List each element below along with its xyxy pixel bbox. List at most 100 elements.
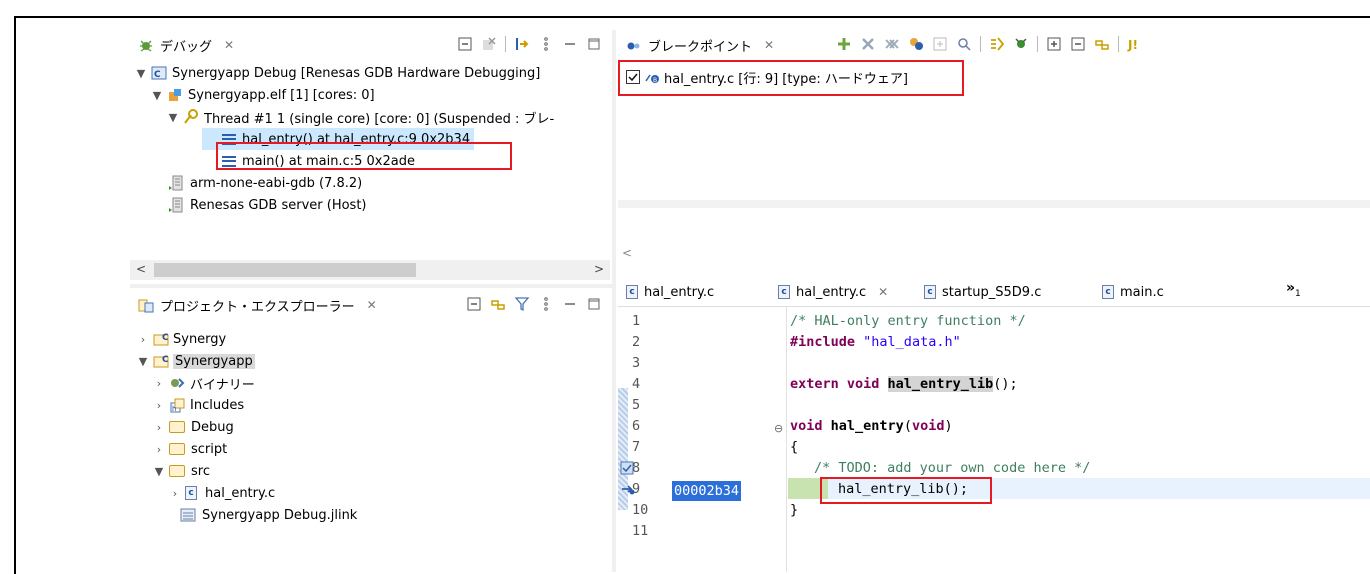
debug-view-title[interactable]: デバッグ xyxy=(160,36,212,55)
tab-label: startup_S5D9.c xyxy=(942,284,1042,300)
project-synergyapp[interactable]: ▼ C Synergyapp xyxy=(136,350,255,372)
expand-all-icon[interactable] xyxy=(1046,36,1062,52)
code-text: (); xyxy=(993,375,1018,392)
link-with-editor-icon[interactable] xyxy=(1094,36,1110,52)
folder-binaries[interactable]: › バイナリー xyxy=(152,372,255,394)
editor-tab[interactable]: c startup_S5D9.c xyxy=(924,278,1041,306)
chevron-down-icon[interactable]: ▼ xyxy=(150,89,164,102)
view-menu-icon[interactable] xyxy=(538,36,554,52)
collapse-all-icon[interactable] xyxy=(466,296,482,312)
code-area[interactable]: /* HAL-only entry function */ #include "… xyxy=(790,310,1370,541)
editor-tab-active[interactable]: c hal_entry.c ✕ xyxy=(778,278,888,306)
editor-tab[interactable]: c main.c xyxy=(1102,278,1164,306)
collapse-all-icon[interactable] xyxy=(1070,36,1086,52)
breakpoints-view-title[interactable]: ブレークポイント xyxy=(648,36,752,55)
remove-all-icon[interactable] xyxy=(884,36,900,52)
view-menu-icon[interactable] xyxy=(538,296,554,312)
svg-text:C: C xyxy=(154,70,161,80)
project-explorer-title[interactable]: プロジェクト・エクスプローラー xyxy=(160,296,355,315)
tree-item-label: Thread #1 1 (single core) [core: 0] (Sus… xyxy=(204,111,555,127)
step-into-icon[interactable] xyxy=(514,36,530,52)
filter-icon[interactable] xyxy=(514,296,530,312)
folder-debug[interactable]: › Debug xyxy=(152,416,234,438)
debug-view-titlebar: デバッグ ✕ xyxy=(130,30,610,60)
launch-config-icon xyxy=(180,507,196,523)
tab-label: main.c xyxy=(1120,284,1164,300)
tree-item-launch[interactable]: ▼ C Synergyapp Debug [Renesas GDB Hardwa… xyxy=(134,62,541,84)
thread-icon xyxy=(183,109,199,125)
binaries-icon xyxy=(169,375,185,391)
project-synergy[interactable]: › C Synergy xyxy=(136,328,226,350)
breakpoints-details-area xyxy=(618,200,1370,208)
chevron-down-icon[interactable]: ▼ xyxy=(166,111,180,124)
tree-item-label: Synergy xyxy=(173,331,227,347)
remove-icon[interactable] xyxy=(860,36,876,52)
scroll-left-icon[interactable]: < xyxy=(136,262,146,276)
c-file-icon: c xyxy=(924,285,936,299)
pane-separator-horizontal[interactable] xyxy=(130,284,612,288)
horizontal-scrollbar[interactable]: < xyxy=(618,246,1370,264)
link-with-editor-icon[interactable] xyxy=(490,296,506,312)
includes-icon: h xyxy=(169,397,185,413)
minimize-icon[interactable] xyxy=(562,36,578,52)
code-line-8: /* TODO: add your own code here */ xyxy=(790,457,1370,478)
tree-item-thread[interactable]: ▼ Thread #1 1 (single core) [core: 0] (S… xyxy=(166,106,554,128)
editor-tab[interactable]: c hal_entry.c xyxy=(626,278,714,306)
folder-includes[interactable]: › h Includes xyxy=(152,394,244,416)
fold-collapse-icon[interactable]: ⊖ xyxy=(774,422,783,435)
file-hal-entry[interactable]: › c hal_entry.c xyxy=(168,482,275,504)
project-explorer-toolbar xyxy=(466,296,602,312)
breakpoints-view-titlebar: ブレークポイント ✕ J! xyxy=(618,30,1370,60)
c-file-icon: c xyxy=(778,285,790,299)
breakpoints-toolbar: J! xyxy=(836,36,1143,52)
close-icon[interactable]: ✕ xyxy=(224,38,234,52)
tab-overflow-button[interactable]: »1 xyxy=(1286,280,1301,299)
link-with-debug-icon[interactable] xyxy=(1013,36,1029,52)
add-breakpoint-icon[interactable] xyxy=(836,36,852,52)
chevron-right-icon[interactable]: › xyxy=(152,399,166,412)
chevron-right-icon[interactable]: › xyxy=(152,443,166,456)
maximize-icon[interactable] xyxy=(586,36,602,52)
pane-separator-vertical[interactable] xyxy=(612,30,616,572)
file-jlink[interactable]: Synergyapp Debug.jlink xyxy=(180,504,357,526)
tree-item-label: Synergyapp xyxy=(173,353,255,369)
chevron-down-icon[interactable]: ▼ xyxy=(152,465,166,478)
chevron-down-icon[interactable]: ▼ xyxy=(136,355,150,368)
close-icon[interactable]: ✕ xyxy=(367,298,377,312)
group-breakpoints-icon[interactable] xyxy=(908,36,924,52)
chevron-right-icon[interactable]: › xyxy=(168,487,182,500)
minimize-icon[interactable] xyxy=(562,296,578,312)
chevron-right-icon[interactable]: › xyxy=(136,333,150,346)
tree-item-process[interactable]: ▼ Synergyapp.elf [1] [cores: 0] xyxy=(150,84,375,106)
code-text: { xyxy=(790,438,799,455)
folder-src[interactable]: ▼ src xyxy=(152,460,210,482)
gutter-divider xyxy=(786,306,787,572)
scrollbar-thumb[interactable] xyxy=(154,263,416,277)
show-supported-icon[interactable] xyxy=(932,36,948,52)
chevron-right-icon[interactable]: › xyxy=(152,377,166,390)
project-explorer-icon xyxy=(138,297,154,313)
scroll-left-icon[interactable]: < xyxy=(622,246,632,260)
skip-all-breakpoints-icon[interactable] xyxy=(989,36,1005,52)
close-icon[interactable]: ✕ xyxy=(764,38,774,52)
remove-terminated-icon[interactable] xyxy=(481,36,497,52)
code-line-2: #include "hal_data.h" xyxy=(790,331,1370,352)
c-project-icon: C xyxy=(153,331,169,347)
horizontal-scrollbar[interactable]: < > xyxy=(130,260,610,280)
project-explorer-titlebar: プロジェクト・エクスプローラー ✕ xyxy=(130,290,610,320)
tree-item-gdb-server[interactable]: Renesas GDB server (Host) xyxy=(168,194,367,216)
c-file-icon: c xyxy=(1102,285,1114,299)
maximize-icon[interactable] xyxy=(586,296,602,312)
collapse-all-icon[interactable] xyxy=(457,36,473,52)
breakpoint-view-icon xyxy=(626,37,642,53)
close-icon[interactable]: ✕ xyxy=(878,285,888,299)
code-line-6: void hal_entry(void) xyxy=(790,415,1370,436)
go-to-file-icon[interactable] xyxy=(956,36,972,52)
folder-script[interactable]: › script xyxy=(152,438,227,460)
tree-item-gdb[interactable]: arm-none-eabi-gdb (7.8.2) xyxy=(168,172,362,194)
scroll-right-icon[interactable]: > xyxy=(594,262,604,276)
chevron-down-icon[interactable]: ▼ xyxy=(134,67,148,80)
chevron-right-icon[interactable]: › xyxy=(152,421,166,434)
highlight-box-breakpoint xyxy=(618,60,964,96)
java-breakpoint-icon[interactable]: J! xyxy=(1127,36,1143,52)
